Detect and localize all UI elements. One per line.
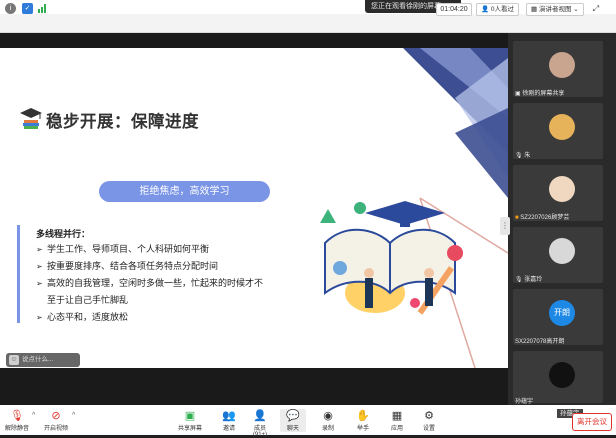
members-button[interactable]: 👤 成员(91+) bbox=[247, 409, 273, 438]
bullet-text: 学生工作、导师项目、个人科研如何平衡 bbox=[47, 244, 210, 254]
signal-icon[interactable] bbox=[38, 4, 48, 13]
info-icon[interactable]: i bbox=[5, 3, 16, 14]
chat-placeholder: 说点什么... bbox=[22, 356, 54, 363]
chevron-down-icon: ⌄ bbox=[571, 6, 579, 13]
person-icon: 👤 bbox=[481, 6, 491, 13]
share-screen-icon: ▣ bbox=[184, 410, 196, 422]
bullet-text: 高效的自我管理，空闲时多做一些，忙起来的时候才不 bbox=[47, 278, 264, 288]
avatar: 开朗 bbox=[549, 300, 575, 326]
chat-icon: ☺ bbox=[9, 355, 19, 365]
participant-name: 孙蕴宇 bbox=[515, 399, 534, 405]
invite-label: 邀请 bbox=[222, 426, 235, 432]
invite-icon: 👥 bbox=[222, 410, 236, 422]
avatar bbox=[549, 176, 575, 202]
mic-muted-icon: 🎙 bbox=[515, 153, 525, 159]
hand-icon: ✋ bbox=[356, 410, 370, 422]
top-strip bbox=[0, 0, 616, 14]
record-icon: ◉ bbox=[323, 410, 333, 422]
participant-name: ▣ 徐刚的屏幕共享 bbox=[515, 91, 565, 97]
video-label: 开启视频 bbox=[43, 426, 68, 432]
avatar bbox=[549, 238, 575, 264]
avatar bbox=[549, 114, 575, 140]
gear-icon: ⚙ bbox=[424, 410, 434, 422]
bullet-heading: 多线程并行： bbox=[36, 229, 91, 239]
bottom-control-bar bbox=[0, 405, 616, 435]
avatar bbox=[549, 362, 575, 388]
participant-name: ■ SZ2207026顾梦芸 bbox=[515, 215, 570, 221]
panel-collapse-handle[interactable]: ⋮ bbox=[500, 217, 510, 235]
banner-text: 您正在观看徐刚的屏幕 bbox=[371, 3, 441, 10]
camera-off-icon: ⊘ bbox=[51, 410, 61, 422]
view-mode-label: 演讲者视图 bbox=[538, 6, 572, 13]
invite-button[interactable]: 👥 邀请 bbox=[216, 409, 242, 432]
chat-input[interactable]: ☺ 说点什么... bbox=[6, 353, 80, 367]
meeting-toolbar bbox=[0, 14, 616, 33]
participant-name: SX2207078高开朗 bbox=[515, 339, 565, 345]
apps-button[interactable]: ▦ 应用 bbox=[384, 409, 410, 432]
settings-label: 设置 bbox=[422, 426, 435, 432]
chat-icon: 💬 bbox=[286, 410, 300, 422]
graduation-cap-icon bbox=[20, 108, 42, 129]
chevron-up-icon[interactable]: ^ bbox=[72, 412, 75, 419]
chat-label: 聊天 bbox=[286, 426, 299, 432]
mute-button[interactable]: 🎙 解除静音 bbox=[4, 409, 30, 432]
bullet-text: 按重要度排序、结合各项任务特点分配时间 bbox=[47, 261, 219, 271]
arrow-icon: ➢ bbox=[36, 313, 43, 322]
record-button[interactable]: ◉ 录制 bbox=[315, 409, 341, 432]
bullet-item: ➢ 按重要度排序、结合各项任务特点分配时间 bbox=[36, 259, 218, 272]
slide-subtitle-pill: 拒绝焦虑，高效学习 bbox=[99, 181, 270, 202]
bullet-continuation: 至于让自己手忙脚乱 bbox=[47, 295, 129, 305]
video-button[interactable]: ⊘ 开启视频 bbox=[43, 409, 69, 432]
raise-label: 举手 bbox=[356, 426, 369, 432]
apps-label: 应用 bbox=[390, 426, 403, 432]
leave-meeting-button[interactable]: 离开会议 bbox=[572, 413, 612, 431]
bullet-accent-bar bbox=[17, 225, 20, 323]
viewer-count-label: 0人看过 bbox=[490, 6, 515, 13]
mute-label: 解除静音 bbox=[4, 426, 29, 432]
share-label: 共享屏幕 bbox=[177, 426, 202, 432]
members-label: 成员(91+) bbox=[252, 426, 268, 438]
arrow-icon: ➢ bbox=[36, 262, 43, 271]
slide-title: 稳步开展：保障进度 bbox=[46, 113, 199, 131]
avatar bbox=[549, 52, 575, 78]
grid-icon: ▦ bbox=[531, 6, 539, 13]
record-label: 录制 bbox=[321, 426, 334, 432]
shield-icon[interactable]: ✓ bbox=[22, 3, 33, 14]
chevron-up-icon[interactable]: ^ bbox=[32, 412, 35, 419]
mic-muted-icon: 🎙 bbox=[515, 277, 525, 283]
arrow-icon: ➢ bbox=[36, 245, 43, 254]
settings-button[interactable]: ⚙ 设置 bbox=[416, 409, 442, 432]
participant-name: 🎙 张嘉玲 bbox=[515, 277, 543, 283]
chat-button[interactable]: 💬 聊天 bbox=[280, 409, 306, 432]
arrow-icon: ➢ bbox=[36, 279, 43, 288]
viewer-count[interactable]: 👤 0人看过 bbox=[476, 3, 520, 16]
presentation-slide: 稳步开展：保障进度 拒绝焦虑，高效学习 多线程并行： ➢ 学生工作、导师项目、个人… bbox=[0, 48, 508, 368]
bullet-item: ➢ 高效的自我管理，空闲时多做一些，忙起来的时候才不 bbox=[36, 276, 263, 289]
bullet-item: ➢ 学生工作、导师项目、个人科研如何平衡 bbox=[36, 242, 209, 255]
meeting-timer: 01:04:20 bbox=[436, 3, 472, 16]
bullet-item: ➢ 心态平和，适度放松 bbox=[36, 310, 128, 323]
view-mode-dropdown[interactable]: ▦ 演讲者视图 ⌄ bbox=[526, 3, 584, 16]
raise-hand-button[interactable]: ✋ 举手 bbox=[350, 409, 376, 432]
fullscreen-icon[interactable]: ⤢ bbox=[590, 3, 602, 14]
bullet-text: 心态平和，适度放松 bbox=[47, 312, 129, 322]
apps-icon: ▦ bbox=[391, 410, 403, 422]
mic-muted-icon: 🎙 bbox=[10, 410, 24, 422]
members-icon: 👤 bbox=[253, 410, 267, 422]
graduation-illustration bbox=[320, 201, 463, 315]
participant-name: 🎙 朱 bbox=[515, 153, 531, 159]
share-screen-button[interactable]: ▣ 共享屏幕 bbox=[177, 409, 203, 432]
bullet-section: 多线程并行： ➢ 学生工作、导师项目、个人科研如何平衡 ➢ 按重要度排序、结合各项任… bbox=[17, 225, 285, 327]
